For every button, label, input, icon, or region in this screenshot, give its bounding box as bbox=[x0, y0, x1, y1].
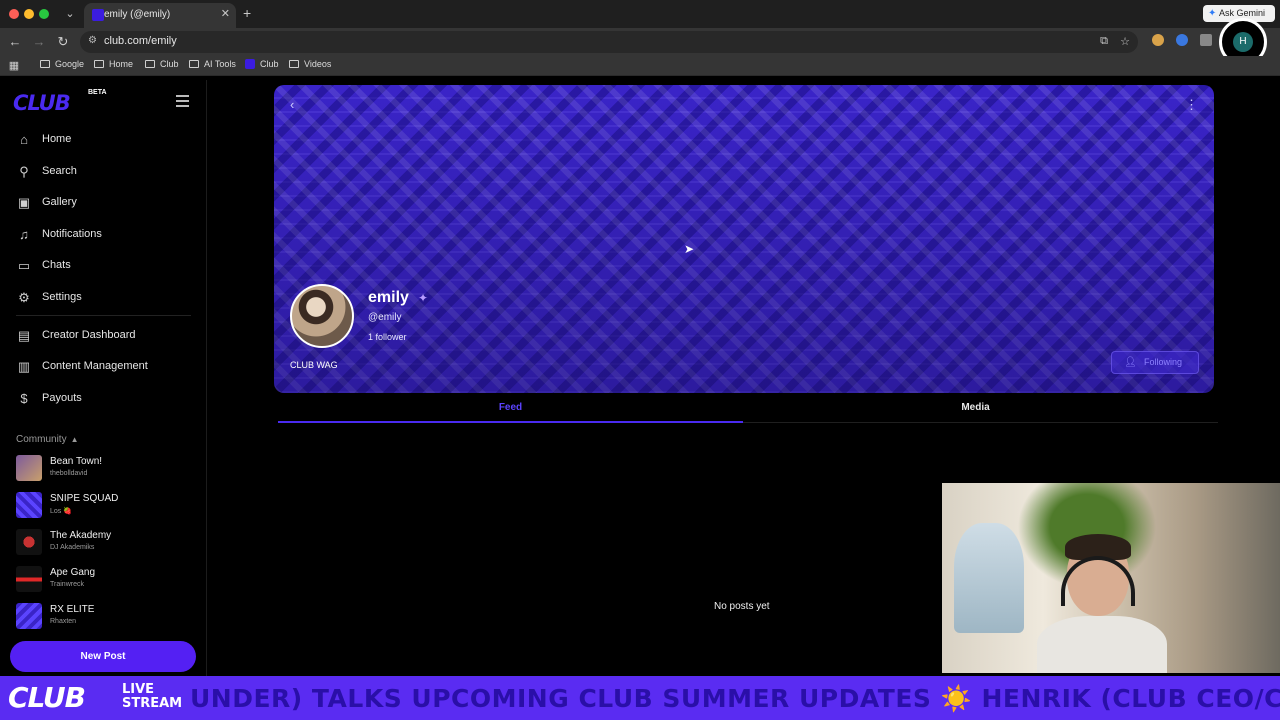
install-app-icon[interactable]: ⧉ bbox=[1100, 35, 1108, 48]
maximize-window-button[interactable] bbox=[39, 9, 49, 19]
extension-icon[interactable] bbox=[1152, 34, 1164, 46]
folder-icon bbox=[189, 60, 199, 68]
forward-arrow-icon[interactable]: → bbox=[31, 34, 47, 50]
profile-handle: @emily bbox=[368, 312, 402, 323]
community-item[interactable]: RX ELITE Rhaxten bbox=[16, 603, 196, 633]
ticker-scroll-text: UNDER) TALKS UPCOMING CLUB SUMMER UPDATE… bbox=[190, 684, 1280, 713]
bookmark-videos[interactable]: Videos bbox=[289, 59, 331, 69]
bell-icon: ♫ bbox=[19, 227, 29, 242]
bookmark-ai-tools[interactable]: AI Tools bbox=[189, 59, 236, 69]
bookmark-star-icon[interactable]: ☆ bbox=[1120, 35, 1130, 48]
following-button[interactable]: 👤︎ Following bbox=[1111, 351, 1199, 374]
extensions-puzzle-icon[interactable] bbox=[1200, 34, 1212, 46]
community-thumbnail bbox=[16, 455, 42, 481]
tab-media[interactable]: Media bbox=[743, 397, 1208, 423]
home-icon: ⌂ bbox=[20, 132, 28, 147]
browser-tab-active[interactable]: emily (@emily) ✕ bbox=[84, 3, 236, 28]
address-bar[interactable]: ⚙ club.com/emily ⧉ ☆ bbox=[80, 31, 1138, 53]
sidebar-item-gallery[interactable]: ▣ Gallery bbox=[16, 193, 196, 213]
ticker-club-logo: CLUB bbox=[8, 681, 86, 714]
new-tab-plus-icon[interactable]: + bbox=[243, 5, 251, 21]
sidebar-item-payouts[interactable]: $ Payouts bbox=[16, 389, 196, 409]
new-post-button[interactable]: New Post bbox=[10, 641, 196, 672]
sidebar-item-search[interactable]: ⚲ Search bbox=[16, 162, 196, 182]
bookmark-home[interactable]: Home bbox=[94, 59, 133, 69]
content-icon: ▥ bbox=[17, 359, 31, 374]
community-thumbnail bbox=[16, 492, 42, 518]
folder-icon bbox=[289, 60, 299, 68]
club-favicon bbox=[245, 59, 255, 69]
tab-close-icon[interactable]: ✕ bbox=[221, 7, 230, 20]
sidebar-item-home[interactable]: ⌂ Home bbox=[16, 130, 196, 150]
community-thumbnail bbox=[16, 603, 42, 629]
profile-banner: ‹ ⋮ emily ✦ @emily 1 follower CLUB WAG 👤… bbox=[274, 85, 1214, 393]
livestream-ticker: CLUB LIVE STREAM UNDER) TALKS UPCOMING C… bbox=[0, 676, 1280, 720]
gemini-sparkle-icon: ✦ bbox=[1208, 8, 1217, 19]
close-window-button[interactable] bbox=[9, 9, 19, 19]
profile-initial: H bbox=[1233, 32, 1253, 52]
community-thumbnail bbox=[16, 529, 42, 555]
chevron-up-icon: ▲ bbox=[70, 435, 79, 444]
tab-feed[interactable]: Feed bbox=[278, 397, 743, 423]
community-item[interactable]: The Akademy DJ Akademiks bbox=[16, 529, 196, 559]
folder-icon bbox=[40, 60, 50, 68]
community-section-header[interactable]: Community ▲ bbox=[16, 434, 79, 445]
creator-badge-icon: ✦ bbox=[418, 291, 429, 305]
browser-tab-bar: ⌄ emily (@emily) ✕ + ✦ Ask Gemini bbox=[0, 0, 1280, 28]
community-thumbnail bbox=[16, 566, 42, 592]
mouse-cursor-icon: ➤ bbox=[684, 242, 695, 256]
sidebar: CLUB BETA ⌂ Home ⚲ Search ▣ Gallery ♫ No… bbox=[0, 80, 207, 676]
url-text: club.com/emily bbox=[104, 35, 177, 47]
apps-grid-icon[interactable]: ▦ bbox=[6, 58, 22, 74]
sidebar-divider bbox=[16, 315, 191, 316]
club-logo[interactable]: CLUB BETA bbox=[13, 89, 107, 115]
ask-gemini-label: Ask Gemini bbox=[1219, 8, 1266, 18]
club-favicon bbox=[92, 9, 104, 21]
bookmark-club-folder[interactable]: Club bbox=[145, 59, 179, 69]
extension-icon[interactable] bbox=[1176, 34, 1188, 46]
empty-feed-message: No posts yet bbox=[714, 601, 770, 612]
chat-icon: ▭ bbox=[17, 258, 31, 273]
community-item[interactable]: Bean Town! thebolldavid bbox=[16, 455, 196, 485]
site-settings-icon[interactable]: ⚙ bbox=[88, 35, 97, 46]
streamer-image bbox=[1037, 534, 1167, 673]
search-icon: ⚲ bbox=[19, 164, 29, 179]
bookmarks-bar: ▦ Google Home Club AI Tools Club Videos bbox=[0, 56, 1280, 76]
person-icon: 👤︎ bbox=[1124, 357, 1137, 368]
dollar-icon: $ bbox=[20, 391, 28, 406]
community-item[interactable]: Ape Gang Trainwreck bbox=[16, 566, 196, 596]
profile-name: emily bbox=[368, 289, 409, 306]
tab-search-chevron-icon[interactable]: ⌄ bbox=[62, 6, 78, 22]
follower-count[interactable]: 1 follower bbox=[368, 332, 407, 342]
minimize-window-button[interactable] bbox=[24, 9, 34, 19]
folder-icon bbox=[145, 60, 155, 68]
sidebar-item-chats[interactable]: ▭ Chats bbox=[16, 256, 196, 276]
bookmark-google[interactable]: Google bbox=[40, 59, 84, 69]
dashboard-icon: ▤ bbox=[17, 328, 31, 343]
folder-icon bbox=[94, 60, 104, 68]
back-arrow-icon[interactable]: ← bbox=[7, 34, 23, 50]
menu-hamburger-icon[interactable] bbox=[176, 95, 189, 107]
more-options-icon[interactable]: ⋮ bbox=[1185, 97, 1198, 113]
gallery-icon: ▣ bbox=[17, 195, 31, 210]
sidebar-item-notifications[interactable]: ♫ Notifications bbox=[16, 225, 196, 245]
back-chevron-icon[interactable]: ‹ bbox=[290, 97, 294, 112]
tab-title: emily (@emily) bbox=[104, 9, 171, 20]
webcam-overlay bbox=[942, 483, 1280, 673]
avatar[interactable] bbox=[290, 284, 354, 348]
sidebar-item-content-management[interactable]: ▥ Content Management bbox=[16, 357, 196, 377]
gear-icon: ⚙ bbox=[18, 290, 30, 305]
sidebar-item-creator-dashboard[interactable]: ▤ Creator Dashboard bbox=[16, 326, 196, 346]
bookmark-club[interactable]: Club bbox=[245, 59, 279, 69]
live-stream-label: LIVE STREAM bbox=[122, 682, 183, 711]
beta-badge: BETA bbox=[88, 89, 107, 96]
profile-tabs: Feed Media bbox=[278, 397, 1218, 423]
sidebar-item-settings[interactable]: ⚙ Settings bbox=[16, 288, 196, 308]
community-item[interactable]: SNIPE SQUAD Los 🍓 bbox=[16, 492, 196, 522]
reload-icon[interactable]: ↻ bbox=[55, 34, 71, 50]
browser-toolbar: ← → ↻ ⚙ club.com/emily ⧉ ☆ bbox=[0, 28, 1280, 56]
club-membership-label: CLUB WAG bbox=[290, 360, 338, 370]
